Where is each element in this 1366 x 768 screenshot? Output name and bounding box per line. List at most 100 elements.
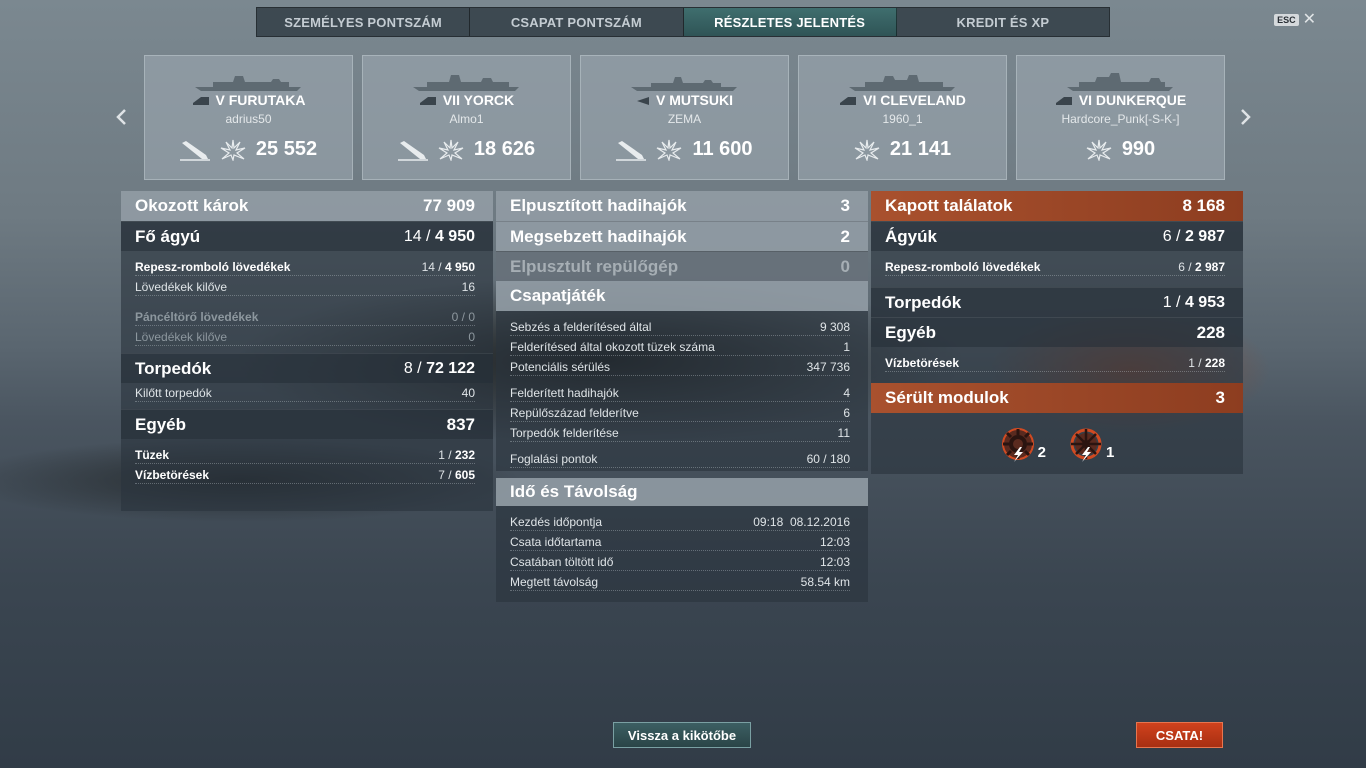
player-name: ZEMA bbox=[667, 112, 702, 126]
battle-duration-label: Csata időtartama bbox=[510, 535, 602, 549]
damaged-modules-label: Sérült modulok bbox=[885, 388, 1009, 407]
capture-points-row: Foglalási pontok 60 / 180 bbox=[496, 449, 868, 469]
player-name: Hardcore_Punk[-S-K-] bbox=[1061, 112, 1180, 126]
tab-personal-score[interactable]: SZEMÉLYES PONTSZÁM bbox=[257, 8, 471, 36]
ship-name-label: V FURUTAKA bbox=[215, 92, 306, 108]
spotting-damage-row: Sebzés a felderítésed által 9 308 bbox=[496, 317, 868, 337]
potential-damage-label: Potenciális sérülés bbox=[510, 360, 611, 374]
ship-card[interactable]: VI CLEVELAND 1960_1 21 141 bbox=[798, 55, 1007, 180]
battle-duration-value: 12:03 bbox=[819, 535, 850, 549]
ship-score: 990 bbox=[1121, 138, 1156, 160]
return-to-port-button[interactable]: Vissza a kikötőbe bbox=[613, 722, 751, 748]
steering-damaged-icon[interactable] bbox=[1068, 427, 1104, 463]
fires-row: Tüzek 1 / 232 bbox=[121, 445, 493, 465]
planes-destroyed-label: Elpusztult repülőgép bbox=[510, 256, 679, 276]
main-battery-row: Fő ágyú 14 / 4 950 bbox=[121, 221, 493, 251]
sunk-ship-icon bbox=[179, 140, 210, 161]
ap-fired-label: Lövedékek kilőve bbox=[135, 330, 228, 344]
start-time-value: 09:18 08.12.2016 bbox=[753, 515, 850, 529]
ship-name-label: V MUTSUKI bbox=[656, 92, 733, 108]
damage-burst-icon bbox=[657, 139, 682, 161]
received-floods-label: Vízbetörések bbox=[885, 356, 960, 370]
received-other-label: Egyéb bbox=[885, 322, 937, 342]
damaged-modules-header: Sérült modulok 3 bbox=[871, 383, 1243, 413]
time-in-battle-label: Csatában töltött idő bbox=[510, 555, 614, 569]
ship-score: 11 600 bbox=[692, 138, 753, 160]
torpedoes-fired-value: 40 bbox=[461, 386, 475, 400]
close-button[interactable]: ESC ✕ bbox=[1274, 12, 1316, 28]
damage-burst-icon bbox=[1086, 139, 1112, 161]
ship-score: 25 552 bbox=[255, 138, 318, 160]
battle-duration-row: Csata időtartama 12:03 bbox=[496, 532, 868, 552]
torpedoes-spotted-value: 11 bbox=[837, 426, 850, 440]
ship-name-label: VI DUNKERQUE bbox=[1078, 92, 1187, 108]
sunk-ship-icon bbox=[397, 140, 428, 161]
he-shells-value: 14 / 4 950 bbox=[421, 260, 475, 274]
main-battery-value: 14 / 4 950 bbox=[403, 227, 475, 245]
ships-destroyed-row: Elpusztított hadihajók 3 bbox=[496, 191, 868, 221]
ships-spotted-label: Felderített hadihajók bbox=[510, 386, 619, 400]
spotting-damage-value: 9 308 bbox=[819, 320, 850, 334]
sunk-ship-icon bbox=[616, 140, 647, 161]
floods-label: Vízbetörések bbox=[135, 468, 210, 482]
received-guns-label: Ágyúk bbox=[885, 226, 937, 246]
damaged-module-item[interactable]: 1 bbox=[1068, 427, 1114, 463]
battleship-icon bbox=[1055, 97, 1072, 106]
distance-label: Megtett távolság bbox=[510, 575, 599, 589]
close-icon[interactable]: ✕ bbox=[1303, 12, 1316, 28]
damage-dealt-header: Okozott károk 77 909 bbox=[121, 191, 493, 221]
ship-silhouette-icon bbox=[849, 75, 955, 91]
ship-cards: V FURUTAKA adrius50 25 552 VII YORCK Alm… bbox=[144, 55, 1225, 180]
ship-card[interactable]: V MUTSUKI ZEMA 11 600 bbox=[580, 55, 789, 180]
received-torpedoes-value: 1 / 4 953 bbox=[1162, 293, 1225, 311]
capture-points-label: Foglalási pontok bbox=[510, 452, 598, 466]
received-floods-value: 1 / 228 bbox=[1188, 356, 1225, 370]
player-name: adrius50 bbox=[225, 112, 272, 126]
carousel-next-button[interactable] bbox=[1235, 104, 1257, 130]
cruiser-icon bbox=[419, 97, 436, 106]
torpedoes-fired-label: Kilőtt torpedók bbox=[135, 386, 212, 400]
ship-name-label: VII YORCK bbox=[442, 92, 515, 108]
ship-card[interactable]: VII YORCK Almo1 18 626 bbox=[362, 55, 571, 180]
ships-destroyed-label: Elpusztított hadihajók bbox=[510, 196, 687, 215]
teamplay-header: Csapatjáték bbox=[496, 281, 868, 311]
spotting-fires-row: Felderítésed által okozott tüzek száma 1 bbox=[496, 337, 868, 357]
torpedoes-value: 8 / 72 122 bbox=[403, 359, 475, 377]
tab-team-score[interactable]: CSAPAT PONTSZÁM bbox=[470, 8, 684, 36]
planes-destroyed-value: 0 bbox=[840, 256, 850, 276]
tab-detailed-report[interactable]: RÉSZLETES JELENTÉS bbox=[683, 8, 897, 36]
chevron-left-icon[interactable] bbox=[115, 108, 127, 126]
time-in-battle-value: 12:03 bbox=[819, 555, 850, 569]
received-guns-row: Ágyúk 6 / 2 987 bbox=[871, 221, 1243, 251]
he-fired-label: Lövedékek kilőve bbox=[135, 280, 228, 294]
torpedoes-row: Torpedók 8 / 72 122 bbox=[121, 353, 493, 383]
received-he-value: 6 / 2 987 bbox=[1178, 260, 1225, 274]
ships-damaged-value: 2 bbox=[840, 226, 850, 246]
ship-silhouette-icon bbox=[1067, 73, 1173, 91]
received-guns-value: 6 / 2 987 bbox=[1162, 227, 1225, 245]
ship-card[interactable]: VI DUNKERQUE Hardcore_Punk[-S-K-] 990 bbox=[1016, 55, 1225, 180]
damage-dealt-panel: Okozott károk 77 909 Fő ágyú 14 / 4 950 … bbox=[121, 191, 493, 511]
module-count: 2 bbox=[1037, 444, 1046, 461]
other-damage-row: Egyéb 837 bbox=[121, 409, 493, 439]
ship-silhouette-icon bbox=[413, 75, 519, 91]
battle-button[interactable]: CSATA! bbox=[1136, 722, 1223, 748]
chevron-right-icon[interactable] bbox=[1240, 108, 1252, 126]
start-time-row: Kezdés időpontja 09:18 08.12.2016 bbox=[496, 512, 868, 532]
ship-name-label: VI CLEVELAND bbox=[863, 92, 966, 108]
ap-shells-label: Páncéltörő lövedékek bbox=[135, 310, 259, 324]
damaged-modules-value: 3 bbox=[1215, 388, 1225, 407]
ship-card[interactable]: V FURUTAKA adrius50 25 552 bbox=[144, 55, 353, 180]
ship-score: 18 626 bbox=[473, 138, 536, 160]
damage-received-title: Kapott találatok bbox=[885, 196, 1013, 215]
damaged-module-item[interactable]: 2 bbox=[1000, 427, 1046, 463]
module-count: 1 bbox=[1106, 444, 1115, 461]
carousel-prev-button[interactable] bbox=[110, 104, 132, 130]
damage-burst-icon bbox=[438, 139, 464, 161]
engine-damaged-icon[interactable] bbox=[1000, 427, 1036, 463]
teamplay-title: Csapatjáték bbox=[510, 286, 606, 305]
received-floods-row: Vízbetörések 1 / 228 bbox=[871, 353, 1243, 373]
capture-points-value: 60 / 180 bbox=[806, 452, 850, 466]
tab-credits-xp[interactable]: KREDIT ÉS XP bbox=[897, 8, 1109, 36]
ap-shells-value: 0 / 0 bbox=[451, 310, 475, 324]
